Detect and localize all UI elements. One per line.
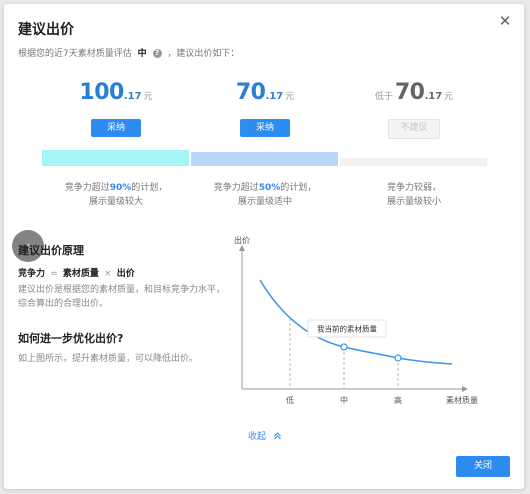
tooltip-text: 我当前的素材质量 bbox=[317, 324, 377, 334]
collapse-label: 收起 bbox=[248, 432, 267, 442]
adopt-button-high[interactable]: 采纳 bbox=[91, 119, 141, 137]
price-value: 100.17 元 bbox=[41, 81, 191, 109]
price-decimal: .17 bbox=[265, 91, 284, 102]
dialog-subtitle: 根据您的近7天素材质量评估 中 ? ，建议出价如下： bbox=[18, 46, 239, 59]
chevron-up-icon bbox=[269, 432, 282, 442]
x-tick-low: 低 bbox=[286, 395, 294, 405]
subtitle-text: 根据您的近7天素材质量评估 bbox=[18, 49, 132, 59]
adopt-button-mid[interactable]: 采纳 bbox=[240, 119, 290, 137]
desc-text: 竞争力超过 bbox=[213, 183, 259, 193]
formula-term: 出价 bbox=[116, 269, 135, 279]
x-tick-mid: 中 bbox=[340, 395, 348, 405]
price-decimal: .17 bbox=[424, 91, 443, 102]
point-high bbox=[394, 354, 402, 362]
price-option-low: 低于70.17 元 不建议 bbox=[339, 81, 489, 139]
principle-title: 建议出价原理 bbox=[18, 244, 84, 257]
price-integer: 70 bbox=[394, 80, 425, 105]
price-unit: 元 bbox=[444, 92, 454, 102]
x-tick-high: 高 bbox=[394, 395, 402, 405]
desc-text: 竞争力超过 bbox=[64, 183, 110, 193]
dialog-title: 建议出价 bbox=[18, 22, 74, 38]
desc-text: 的计划， bbox=[131, 183, 168, 193]
formula-term: 素材质量 bbox=[62, 269, 99, 279]
x-axis-label: 素材质量 bbox=[446, 395, 478, 405]
price-integer: 100 bbox=[79, 80, 124, 105]
not-recommended-button: 不建议 bbox=[388, 119, 440, 139]
competitiveness-bar-mid bbox=[191, 152, 338, 166]
collapse-link[interactable]: 收起 bbox=[248, 429, 282, 442]
price-option-mid: 70.17 元 采纳 bbox=[190, 81, 340, 137]
optimize-text: 如上图所示，提升素材质量，可以降低出价。 bbox=[18, 354, 199, 364]
desc-percent: 90% bbox=[109, 183, 132, 193]
price-description-mid: 竞争力超过50%的计划， 展示量级适中 bbox=[190, 181, 340, 209]
price-description-high: 竞争力超过90%的计划， 展示量级较大 bbox=[41, 181, 191, 209]
desc-line2: 展示量级适中 bbox=[237, 197, 292, 207]
price-prefix: 低于 bbox=[374, 92, 393, 102]
optimize-title: 如何进一步优化出价? bbox=[18, 332, 124, 345]
price-decimal: .17 bbox=[123, 91, 142, 102]
desc-line2: 展示量级较小 bbox=[386, 197, 441, 207]
desc-text: 的计划， bbox=[280, 183, 317, 193]
desc-percent: 50% bbox=[258, 183, 281, 193]
y-axis-arrow bbox=[239, 245, 245, 251]
subtitle-suffix: ，建议出价如下： bbox=[167, 49, 240, 59]
x-axis-arrow bbox=[462, 386, 468, 392]
price-unit: 元 bbox=[285, 92, 295, 102]
point-mid bbox=[340, 343, 348, 351]
competitiveness-bar-low bbox=[340, 158, 487, 166]
help-icon[interactable]: ? bbox=[152, 49, 162, 58]
price-integer: 70 bbox=[235, 80, 266, 105]
desc-line2: 展示量级较大 bbox=[88, 197, 143, 207]
formula-operator: = bbox=[50, 269, 58, 279]
price-value: 低于70.17 元 bbox=[339, 81, 489, 109]
quality-level: 中 bbox=[137, 49, 147, 59]
close-button[interactable]: 关闭 bbox=[456, 456, 510, 477]
desc-text: 竞争力较弱， bbox=[386, 183, 441, 193]
bid-quality-chart: 出价 我当前的素材质量 低 中 高 素材质量 bbox=[234, 235, 478, 405]
principle-text: 建议出价是根据您的素材质量，和目标竞争力水平，综合算出的合理出价。 bbox=[18, 285, 226, 309]
price-option-high: 100.17 元 采纳 bbox=[41, 81, 191, 137]
competitiveness-bar-high bbox=[42, 150, 189, 166]
y-axis-label: 出价 bbox=[234, 235, 250, 245]
price-unit: 元 bbox=[143, 92, 153, 102]
close-icon[interactable]: ✕ bbox=[498, 14, 512, 29]
formula-term: 竞争力 bbox=[18, 269, 46, 279]
bid-suggestion-dialog: 建议出价 ✕ 根据您的近7天素材质量评估 中 ? ，建议出价如下： 100.17… bbox=[4, 4, 524, 489]
price-value: 70.17 元 bbox=[190, 81, 340, 109]
price-description-low: 竞争力较弱， 展示量级较小 bbox=[339, 181, 489, 209]
formula-operator: × bbox=[104, 269, 112, 279]
principle-formula: 竞争力 = 素材质量 × 出价 bbox=[18, 266, 135, 279]
